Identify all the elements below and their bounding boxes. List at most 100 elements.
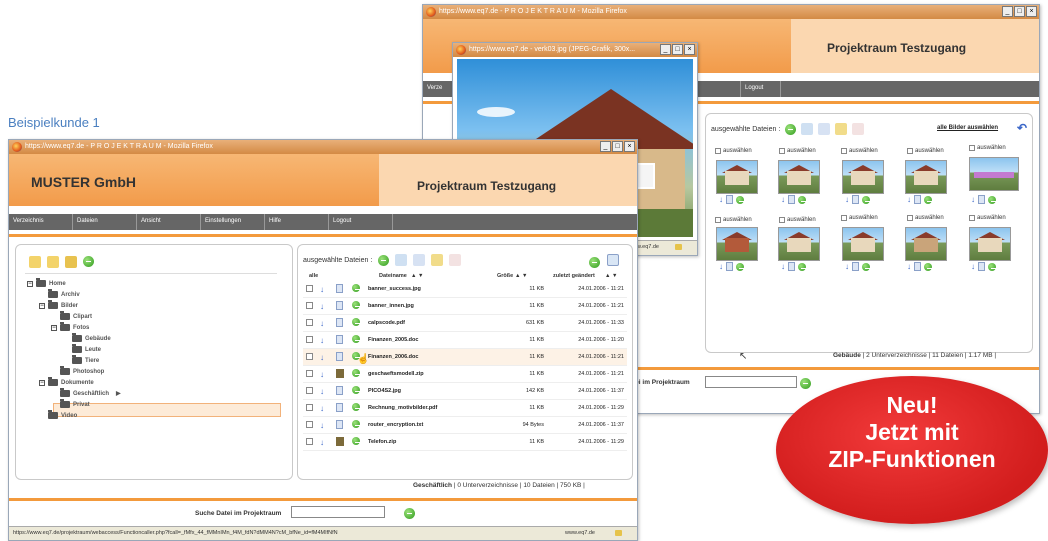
maximize-button[interactable]: □ (672, 44, 683, 55)
back-search-input[interactable] (705, 376, 797, 388)
file-icon[interactable] (333, 314, 349, 332)
file-name[interactable]: Rechnung_motivbilder.pdf (365, 399, 491, 417)
select-checkbox[interactable]: auswählen (969, 145, 1006, 151)
image-thumbnail[interactable] (842, 227, 884, 261)
minimize-button[interactable]: _ (660, 44, 671, 55)
info-icon[interactable] (852, 262, 859, 271)
file-icon[interactable] (333, 297, 349, 315)
add-icon[interactable] (988, 195, 996, 204)
add-icon[interactable] (349, 297, 365, 315)
tree-item[interactable]: Clipart (51, 311, 92, 320)
column-changed-header[interactable]: zuletzt geändert (553, 273, 595, 279)
file-name[interactable]: banner_success.jpg (365, 281, 491, 298)
add-icon[interactable] (349, 399, 365, 417)
download-icon[interactable]: ↓ (317, 314, 333, 332)
download-icon[interactable]: ↓ (317, 399, 333, 417)
close-button[interactable]: × (684, 44, 695, 55)
info-icon[interactable] (978, 262, 985, 271)
add-icon[interactable] (862, 195, 870, 204)
select-checkbox[interactable]: auswählen (841, 148, 878, 154)
expand-arrow-icon[interactable]: ▶ (116, 390, 121, 397)
close-button[interactable]: × (1026, 6, 1037, 17)
add-icon[interactable] (924, 195, 932, 204)
view-toggle-icon[interactable] (607, 254, 619, 266)
add-icon[interactable] (798, 195, 806, 204)
info-icon[interactable] (726, 262, 733, 271)
tree-item[interactable]: Video (39, 410, 77, 419)
tree-item[interactable]: Gebäude (63, 333, 111, 342)
select-all-images-link[interactable]: alle Bilder auswählen (937, 125, 998, 131)
download-icon[interactable]: ↓ (781, 195, 785, 204)
file-icon[interactable] (333, 399, 349, 417)
file-name[interactable]: geschaeftsmodell.zip (365, 365, 491, 383)
file-icon[interactable] (333, 348, 349, 366)
file-checkbox[interactable] (303, 416, 317, 434)
file-name[interactable]: Telefon.zip (365, 433, 491, 451)
nav-logout[interactable]: Logout (329, 214, 393, 230)
download-icon[interactable]: ↓ (317, 382, 333, 400)
download-icon[interactable]: ↓ (971, 195, 975, 204)
forward-icon[interactable] (835, 123, 848, 135)
info-icon[interactable] (852, 195, 859, 204)
file-checkbox[interactable] (303, 281, 317, 298)
maximize-button[interactable]: □ (612, 141, 623, 152)
file-row[interactable]: ↓ banner_success.jpg 11 KB 24.01.2006 - 11:… (303, 281, 627, 298)
file-row[interactable]: ↓ calpscode.pdf 631 KB 24.01.2006 - 11:33 (303, 314, 627, 332)
file-row[interactable]: ↓ router_encryption.txt 94 Bytes 24.01.2006… (303, 416, 627, 434)
add-icon[interactable] (349, 314, 365, 332)
delete-icon[interactable] (449, 254, 462, 266)
file-checkbox[interactable] (303, 399, 317, 417)
new-folder-icon[interactable] (29, 256, 41, 268)
download-icon[interactable]: ↓ (907, 262, 911, 271)
select-checkbox[interactable]: auswählen (969, 215, 1006, 221)
add-icon[interactable] (349, 433, 365, 451)
select-checkbox[interactable]: auswählen (779, 148, 816, 154)
info-icon[interactable] (978, 195, 985, 204)
tree-item[interactable]: Leute (63, 344, 101, 353)
search-input[interactable] (291, 506, 385, 518)
download-icon[interactable]: ↓ (781, 262, 785, 271)
image-thumbnail[interactable] (842, 160, 884, 194)
image-thumbnail[interactable] (905, 227, 947, 261)
move-folder-icon[interactable] (65, 256, 77, 268)
download-icon[interactable]: ↓ (317, 281, 333, 298)
file-name[interactable]: Finanzen_2005.doc (365, 331, 491, 349)
image-thumbnail[interactable] (969, 227, 1011, 261)
add-icon[interactable] (862, 262, 870, 271)
select-checkbox[interactable]: auswählen (841, 215, 878, 221)
add-file-icon[interactable] (378, 254, 390, 266)
file-name[interactable]: router_encryption.txt (365, 416, 491, 434)
file-checkbox[interactable] (303, 365, 317, 383)
close-button[interactable]: × (624, 141, 635, 152)
zip-icon[interactable] (333, 365, 349, 383)
download-icon[interactable]: ↓ (317, 297, 333, 315)
select-checkbox[interactable]: auswählen (907, 215, 944, 221)
file-row[interactable]: ↓ Rechnung_motivbilder.pdf 11 KB 24.01.2006… (303, 399, 627, 417)
file-name[interactable]: calpscode.pdf (365, 314, 491, 332)
collapse-toggle-icon[interactable]: − (39, 302, 45, 309)
add-icon[interactable] (349, 382, 365, 400)
tree-item[interactable]: − Bilder (39, 300, 78, 309)
download-icon[interactable]: ↓ (907, 195, 911, 204)
file-checkbox[interactable] (303, 382, 317, 400)
copy-icon[interactable] (413, 254, 426, 266)
file-row[interactable]: ↓ geschaeftsmodell.zip 11 KB 24.01.2006 - 1… (303, 365, 627, 383)
nav-verzeichnis[interactable]: Verzeichnis (9, 214, 73, 230)
download-icon[interactable]: ↓ (971, 262, 975, 271)
add-icon[interactable] (785, 123, 797, 135)
back-nav-logout[interactable]: Logout (741, 81, 781, 97)
image-thumbnail[interactable] (778, 227, 820, 261)
info-icon[interactable] (788, 195, 795, 204)
file-row[interactable]: ↓ banner_innen.jpg 11 KB 24.01.2006 - 11:21 (303, 297, 627, 315)
sort-icon[interactable]: ▲ ▼ (605, 273, 617, 279)
forward-icon[interactable] (431, 254, 444, 266)
download-icon[interactable]: ↓ (317, 348, 333, 366)
file-icon[interactable] (333, 382, 349, 400)
tree-item[interactable]: Archiv (39, 289, 80, 298)
file-row[interactable]: ↓ Finanzen_2006.doc 11 KB 24.01.2006 - 11:2… (303, 348, 627, 366)
move-icon[interactable] (395, 254, 408, 266)
tree-item[interactable]: Tiere (63, 355, 99, 364)
file-icon[interactable] (333, 331, 349, 349)
delete-icon[interactable] (852, 123, 865, 135)
image-thumbnail[interactable] (778, 160, 820, 194)
